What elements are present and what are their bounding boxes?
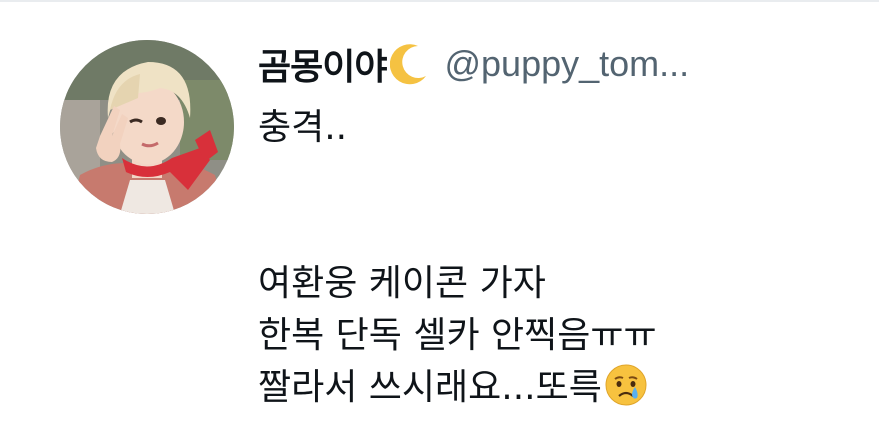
user-handle[interactable]: @puppy_tom... — [444, 43, 689, 85]
tweet-body: 충격.. 여환웅 케이콘 가자 한복 단독 셀카 안찍음ㅠㅠ 짤라서 쓰시래요.… — [258, 102, 868, 414]
profile-photo — [60, 40, 234, 214]
top-divider — [0, 0, 879, 2]
crying-face-icon — [604, 363, 648, 407]
tweet-line: 여환웅 케이콘 가자 — [258, 263, 546, 304]
tweet-header: 곰몽이야 @puppy_tom... — [258, 36, 868, 92]
tweet-line: 충격.. — [258, 107, 348, 148]
display-name[interactable]: 곰몽이야 — [258, 38, 387, 90]
crescent-moon-icon — [390, 42, 430, 86]
tweet-line-last: 짤라서 쓰시래요...또륵 — [258, 362, 868, 414]
tweet-line: 한복 단독 셀카 안찍음ㅠㅠ — [258, 315, 657, 356]
tweet-line-text: 짤라서 쓰시래요...또륵 — [258, 367, 602, 408]
avatar[interactable] — [60, 40, 234, 214]
